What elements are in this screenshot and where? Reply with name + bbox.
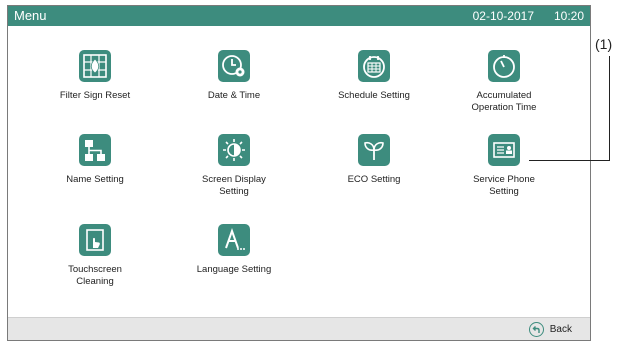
- back-label: Back: [549, 324, 572, 335]
- menu-item-label: Touchscreen Cleaning: [68, 264, 122, 287]
- menu-screen: Menu 02-10-2017 10:20 Filter Sign Reset …: [7, 5, 591, 341]
- menu-item-language-setting[interactable]: Language Setting: [174, 224, 294, 276]
- menu-item-name-setting[interactable]: Name Setting: [35, 134, 155, 186]
- menu-item-touchscreen-cleaning[interactable]: Touchscreen Cleaning: [35, 224, 155, 288]
- calendar-icon: [358, 50, 390, 82]
- hierarchy-icon: [79, 134, 111, 166]
- menu-item-label: Date & Time: [207, 90, 261, 101]
- date-display: 02-10-2017: [472, 9, 534, 23]
- contact-card-icon: [488, 134, 520, 166]
- menu-item-label: Service Phone Setting: [473, 174, 535, 197]
- menu-item-accumulated-operation-time[interactable]: Accumulated Operation Time: [444, 50, 564, 114]
- leaf-icon: [358, 134, 390, 166]
- time-display: 10:20: [553, 9, 584, 23]
- menu-item-label: Schedule Setting: [338, 90, 410, 101]
- menu-item-label: Accumulated Operation Time: [471, 90, 537, 113]
- callout-leader-line: [609, 56, 610, 160]
- filter-icon: [79, 50, 111, 82]
- touchscreen-icon: [79, 224, 111, 256]
- back-button[interactable]: Back: [528, 322, 572, 337]
- timer-icon: [488, 50, 520, 82]
- menu-item-filter-sign-reset[interactable]: Filter Sign Reset: [35, 50, 155, 102]
- menu-item-label: Language Setting: [196, 264, 272, 275]
- brightness-icon: [218, 134, 250, 166]
- language-icon: [218, 224, 250, 256]
- menu-item-schedule-setting[interactable]: Schedule Setting: [314, 50, 434, 102]
- clock-gear-icon: [218, 50, 250, 82]
- callout-label: (1): [595, 36, 613, 52]
- menu-item-screen-display-setting[interactable]: Screen Display Setting: [174, 134, 294, 198]
- page-title: Menu: [14, 8, 47, 23]
- menu-item-service-phone-setting[interactable]: Service Phone Setting: [444, 134, 564, 198]
- back-arrow-icon: [528, 322, 544, 337]
- menu-item-label: Screen Display Setting: [202, 174, 266, 197]
- footer-bar: Back: [8, 317, 590, 340]
- menu-item-label: ECO Setting: [347, 174, 401, 185]
- menu-item-label: Name Setting: [66, 174, 124, 185]
- menu-item-eco-setting[interactable]: ECO Setting: [314, 134, 434, 186]
- menu-item-label: Filter Sign Reset: [59, 90, 131, 101]
- callout-leader-line: [529, 160, 610, 161]
- menu-item-date-time[interactable]: Date & Time: [174, 50, 294, 102]
- title-bar: Menu 02-10-2017 10:20: [8, 6, 590, 26]
